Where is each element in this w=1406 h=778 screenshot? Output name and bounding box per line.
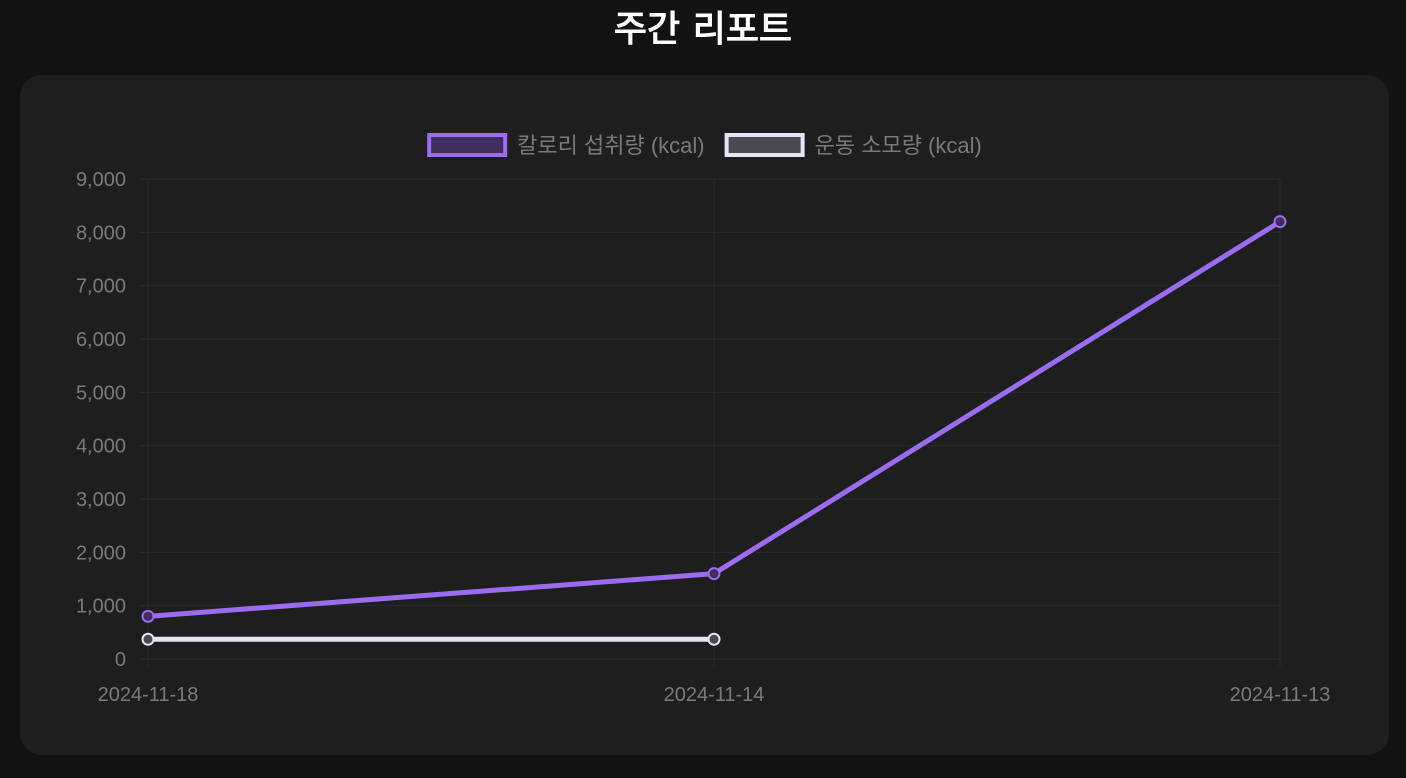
- legend-label: 칼로리 섭취량 (kcal): [517, 133, 704, 158]
- x-tick-label: 2024-11-13: [1230, 684, 1331, 706]
- y-tick-label: 5,000: [76, 382, 126, 404]
- y-axis: 0 1,000 2,000 3,000 4,000 5,000 6,000 7,000 8,00…: [76, 169, 126, 671]
- data-point[interactable]: [141, 609, 155, 623]
- y-tick-label: 0: [115, 649, 126, 671]
- line-chart: 칼로리 섭취량 (kcal) 운동 소모량 (kcal) 0 1,000 2,000 3…: [76, 133, 1331, 706]
- y-tick-label: 8,000: [76, 222, 126, 244]
- data-point[interactable]: [1273, 215, 1287, 229]
- legend-swatch-1[interactable]: [724, 133, 805, 157]
- x-tick-label: 2024-11-18: [98, 684, 199, 706]
- x-tick-label: 2024-11-14: [664, 684, 765, 706]
- y-tick-label: 4,000: [76, 436, 126, 458]
- y-tick-label: 2,000: [76, 542, 126, 564]
- chart-grid: [140, 178, 1281, 667]
- y-tick-label: 1,000: [76, 596, 126, 618]
- data-point[interactable]: [707, 632, 721, 646]
- chart-legend[interactable]: 칼로리 섭취량 (kcal) 운동 소모량 (kcal): [427, 133, 982, 158]
- data-point[interactable]: [141, 632, 155, 646]
- chart-card: 칼로리 섭취량 (kcal) 운동 소모량 (kcal) 0 1,000 2,000 3…: [20, 75, 1389, 755]
- legend-swatch-0[interactable]: [427, 133, 508, 157]
- data-point[interactable]: [707, 567, 721, 581]
- legend-label: 운동 소모량 (kcal): [815, 133, 982, 158]
- x-axis: 2024-11-18 2024-11-14 2024-11-13: [98, 684, 1331, 706]
- y-tick-label: 9,000: [76, 169, 126, 191]
- y-tick-label: 3,000: [76, 489, 126, 511]
- y-tick-label: 7,000: [76, 276, 126, 298]
- page-title: 주간 리포트: [613, 9, 793, 50]
- y-tick-label: 6,000: [76, 329, 126, 351]
